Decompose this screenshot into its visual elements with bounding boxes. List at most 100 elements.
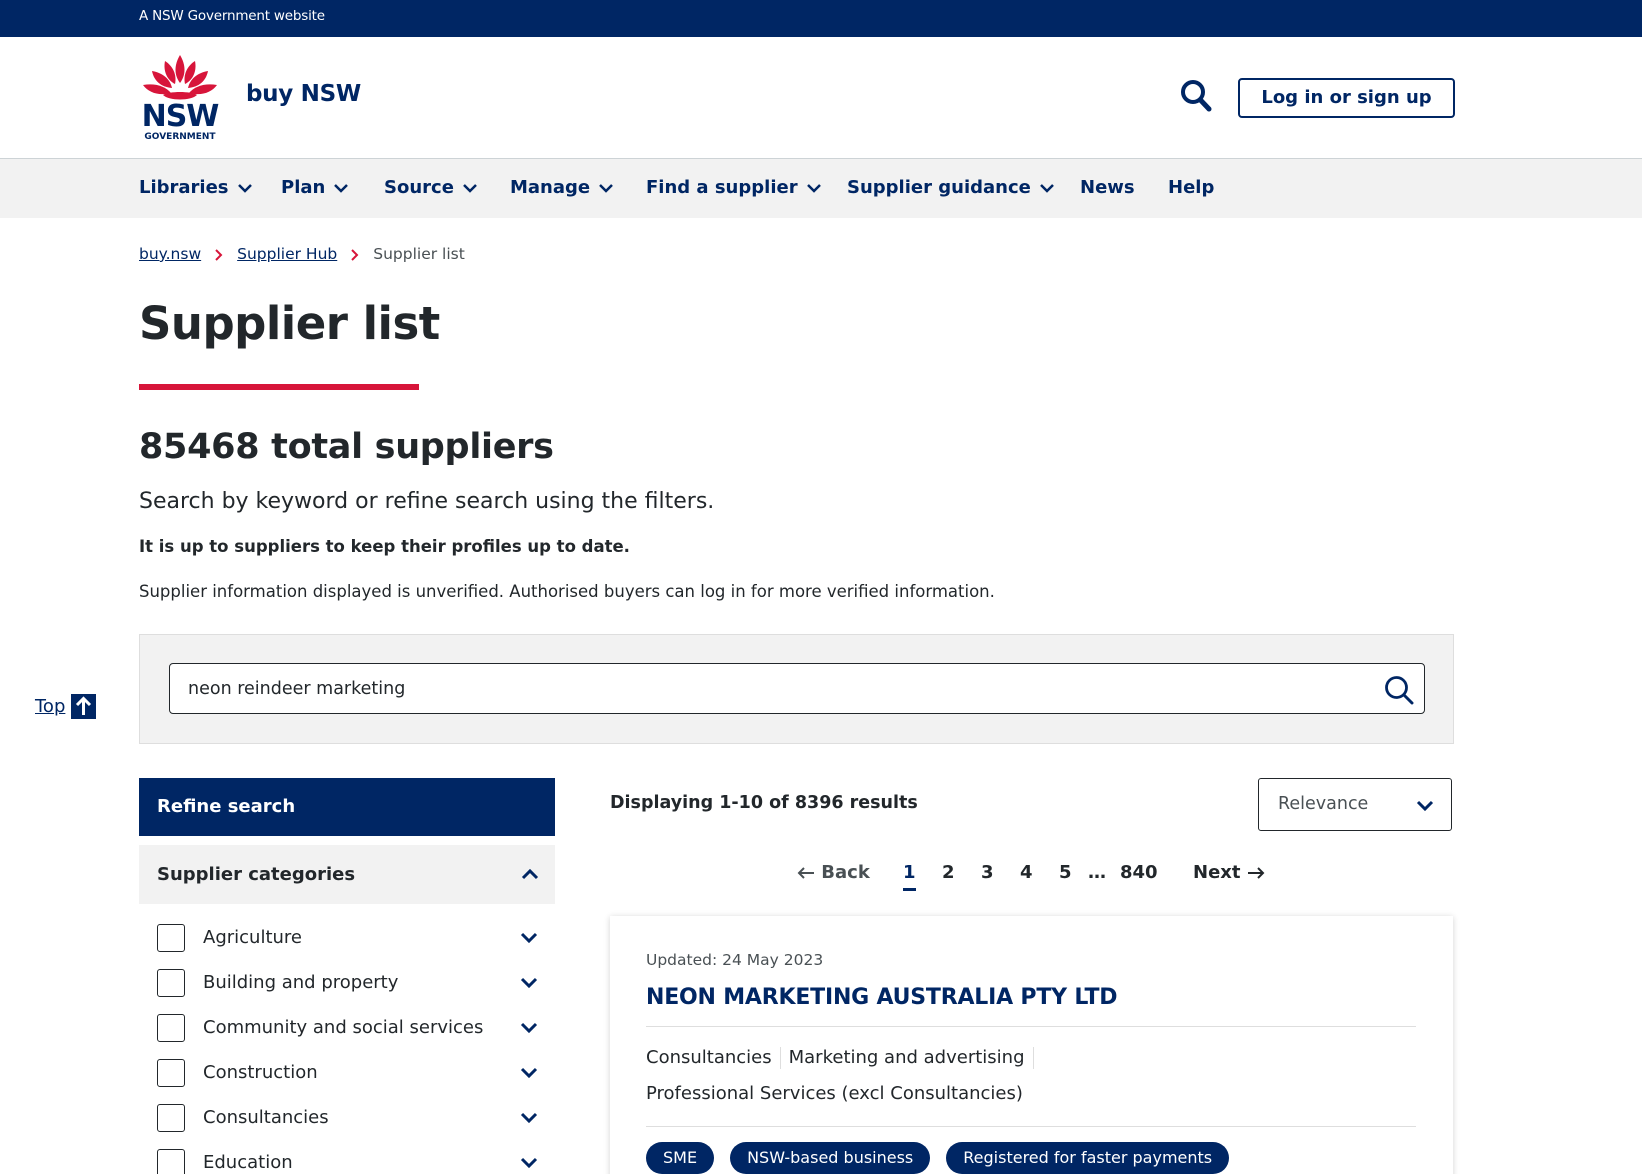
nav-label: News — [1080, 177, 1135, 198]
category-label[interactable]: Education — [203, 1152, 293, 1173]
nav-source[interactable]: Source — [384, 177, 478, 198]
page-title: Supplier list — [139, 297, 440, 350]
supplier-name-link[interactable]: NEON MARKETING AUSTRALIA PTY LTD — [646, 985, 1118, 1010]
category-agriculture: Agriculture — [157, 922, 542, 952]
category-label[interactable]: Consultancies — [203, 1107, 329, 1128]
site-header: NSW GOVERNMENT buy NSW Log in or sign up — [0, 37, 1642, 159]
nsw-logo[interactable]: NSW GOVERNMENT — [139, 53, 221, 142]
tag-faster-payments: Registered for faster payments — [946, 1142, 1230, 1174]
nav-label: Source — [384, 177, 454, 198]
nav-help[interactable]: Help — [1168, 177, 1214, 198]
nav-supplier-guidance[interactable]: Supplier guidance — [847, 177, 1055, 198]
back-to-top-link[interactable]: Top — [35, 694, 97, 719]
card-divider — [646, 1126, 1416, 1127]
keyword-search-input[interactable] — [169, 663, 1425, 714]
chevron-down-icon[interactable] — [520, 1067, 538, 1079]
nav-plan[interactable]: Plan — [281, 177, 349, 198]
login-signup-button[interactable]: Log in or sign up — [1238, 78, 1455, 118]
arrow-left-icon — [797, 867, 814, 879]
sort-value: Relevance — [1278, 794, 1369, 814]
pagination-back[interactable]: Back — [797, 862, 870, 883]
government-masthead: A NSW Government website — [0, 0, 1642, 37]
nav-label: Plan — [281, 177, 326, 198]
nav-label: Supplier guidance — [847, 177, 1031, 198]
breadcrumb-supplier-hub[interactable]: Supplier Hub — [237, 245, 337, 263]
unverified-notice: Supplier information displayed is unveri… — [139, 582, 995, 601]
pagination-back-label: Back — [821, 862, 870, 883]
arrow-right-icon — [1247, 867, 1265, 879]
profile-notice: It is up to suppliers to keep their prof… — [139, 537, 630, 556]
supplier-tags: SME NSW-based business Registered for fast… — [646, 1142, 1245, 1174]
supplier-category: Professional Services (excl Consultancie… — [646, 1083, 1023, 1104]
pagination-page-last[interactable]: 840 — [1120, 862, 1158, 883]
supplier-category: Consultancies — [646, 1047, 781, 1069]
supplier-category: Marketing and advertising — [789, 1047, 1034, 1069]
nav-libraries[interactable]: Libraries — [139, 177, 253, 198]
category-checkbox[interactable] — [157, 969, 185, 997]
sort-select[interactable]: Relevance — [1258, 778, 1452, 831]
supplier-updated-date: Updated: 24 May 2023 — [646, 951, 824, 969]
card-divider — [646, 1026, 1416, 1027]
nav-label: Manage — [510, 177, 591, 198]
chevron-down-icon — [237, 184, 252, 193]
breadcrumb-current: Supplier list — [373, 245, 465, 263]
title-underline — [139, 384, 419, 390]
pagination-page-1[interactable]: 1 — [903, 862, 916, 891]
supplier-categories: Consultancies Marketing and advertising Pr… — [646, 1040, 1286, 1112]
chevron-down-icon[interactable] — [520, 1022, 538, 1034]
category-label[interactable]: Community and social services — [203, 1017, 483, 1038]
chevron-down-icon — [599, 184, 614, 193]
chevron-right-icon — [215, 248, 223, 261]
pagination-page-3[interactable]: 3 — [981, 862, 994, 883]
chevron-down-icon — [1039, 184, 1054, 193]
chevron-right-icon — [351, 248, 359, 261]
category-label[interactable]: Agriculture — [203, 927, 302, 948]
search-submit-button[interactable] — [1384, 675, 1414, 705]
pagination-page-4[interactable]: 4 — [1020, 862, 1033, 883]
chevron-down-icon — [334, 184, 349, 193]
breadcrumb-home[interactable]: buy.nsw — [139, 245, 201, 263]
results-summary: Displaying 1-10 of 8396 results — [610, 793, 918, 813]
chevron-down-icon — [463, 184, 477, 193]
supplier-card: Updated: 24 May 2023 NEON MARKETING AUST… — [610, 916, 1453, 1174]
supplier-categories-label: Supplier categories — [157, 864, 356, 885]
pagination-page-2[interactable]: 2 — [942, 862, 955, 883]
pagination-ellipsis: … — [1088, 862, 1106, 883]
nav-find-supplier[interactable]: Find a supplier — [646, 177, 822, 198]
supplier-categories-toggle[interactable]: Supplier categories — [139, 845, 555, 904]
tag-sme: SME — [646, 1142, 715, 1174]
chevron-up-icon — [521, 868, 539, 880]
category-building-property: Building and property — [157, 967, 542, 997]
category-construction: Construction — [157, 1057, 542, 1087]
category-checkbox[interactable] — [157, 924, 185, 952]
category-checkbox[interactable] — [157, 1014, 185, 1042]
refine-search-heading: Refine search — [139, 778, 555, 836]
chevron-down-icon[interactable] — [520, 932, 538, 944]
masthead-text: A NSW Government website — [139, 8, 325, 24]
nav-label: Help — [1168, 177, 1215, 198]
pagination-next[interactable]: Next — [1193, 862, 1265, 883]
chevron-down-icon[interactable] — [520, 1157, 538, 1169]
intro-text: Search by keyword or refine search using… — [139, 489, 715, 514]
category-label[interactable]: Construction — [203, 1062, 318, 1083]
chevron-down-icon[interactable] — [520, 977, 538, 989]
back-to-top-label: Top — [35, 696, 66, 717]
chevron-down-icon[interactable] — [520, 1112, 538, 1124]
category-checkbox[interactable] — [157, 1104, 185, 1132]
category-checkbox[interactable] — [157, 1059, 185, 1087]
pagination-page-5[interactable]: 5 — [1059, 862, 1072, 883]
tag-nsw-based: NSW-based business — [730, 1142, 931, 1174]
category-checkbox[interactable] — [157, 1149, 185, 1174]
search-panel — [139, 634, 1454, 744]
nav-manage[interactable]: Manage — [510, 177, 614, 198]
pagination-next-label: Next — [1193, 862, 1241, 883]
chevron-down-icon — [806, 184, 821, 193]
category-community-social: Community and social services — [157, 1012, 542, 1042]
category-label[interactable]: Building and property — [203, 972, 398, 993]
header-search-button[interactable] — [1180, 79, 1212, 113]
logo-subtext: GOVERNMENT — [144, 132, 216, 141]
site-name[interactable]: buy NSW — [246, 81, 361, 107]
nav-news[interactable]: News — [1080, 177, 1135, 198]
category-consultancies: Consultancies — [157, 1102, 542, 1132]
main-navigation: Libraries Plan Source Manage Find a supp… — [0, 159, 1642, 218]
